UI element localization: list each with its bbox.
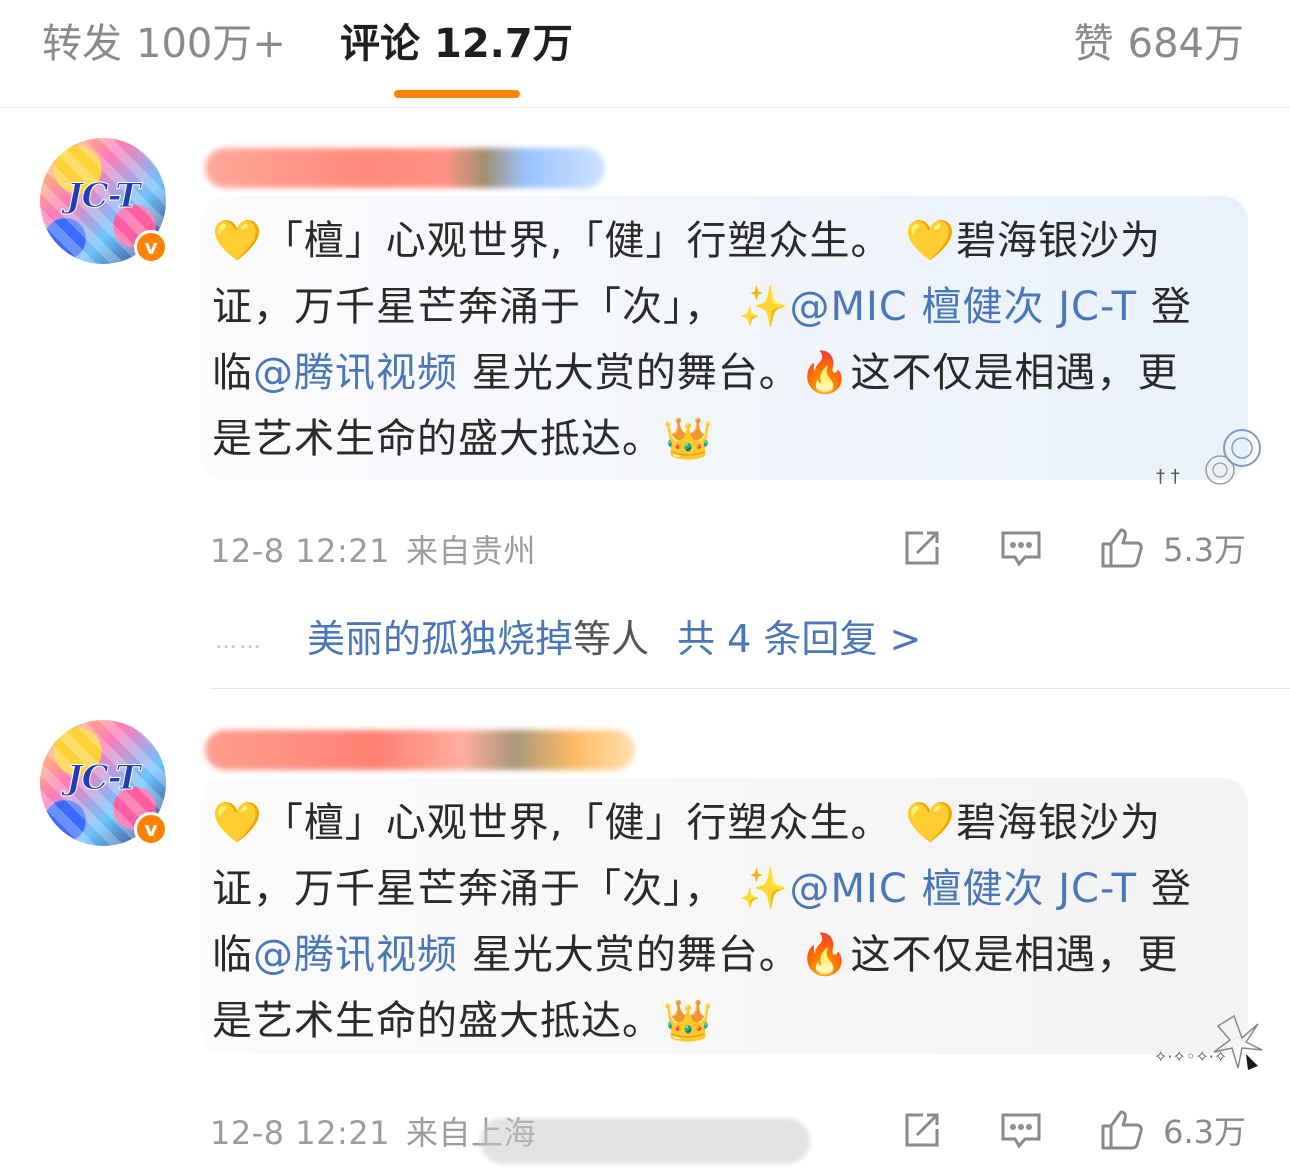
comment-text-bubble: 💛「檀」心观世界,「健」行塑众生。 💛碧海银沙为证，万千星芒奔涌于「次」， ✨@… bbox=[200, 778, 1248, 1054]
avatar[interactable]: JC-T v bbox=[40, 138, 170, 268]
comment-text: 💛「檀」心观世界,「健」行塑众生。 💛碧海银沙为证，万千星芒奔涌于「次」， ✨@… bbox=[212, 790, 1196, 1054]
active-tab-indicator bbox=[394, 90, 520, 98]
tab-likes-count: 684万 bbox=[1127, 21, 1244, 67]
like-count: 6.3万 bbox=[1163, 1113, 1246, 1151]
thumbs-up-icon bbox=[1101, 1110, 1143, 1150]
yellow-heart-emoji: 💛 bbox=[212, 800, 263, 846]
mention-link[interactable]: @腾讯视频 bbox=[253, 932, 458, 978]
comment-text-part: 「檀」心观世界,「健」行塑众生。 bbox=[262, 218, 892, 264]
comment-tabs-bar: 转发 100万+ 评论 12.7万 赞 684万 bbox=[0, 0, 1290, 108]
svg-text:† †: † † bbox=[1156, 466, 1180, 487]
crown-emoji: 👑 bbox=[663, 998, 714, 1044]
comment-text-part: 星光大赏的舞台。 bbox=[458, 932, 800, 978]
comment-text-part: 「檀」心观世界,「健」行塑众生。 bbox=[262, 800, 892, 846]
tab-likes[interactable]: 赞 684万 bbox=[1074, 18, 1244, 70]
avatar-logo-text: JC-T bbox=[66, 758, 141, 799]
like-count: 5.3万 bbox=[1163, 531, 1246, 569]
username-blurred[interactable] bbox=[205, 148, 605, 188]
tab-reposts-label: 转发 bbox=[42, 21, 122, 67]
username-blurred[interactable] bbox=[205, 730, 635, 770]
mention-link[interactable]: @腾讯视频 bbox=[253, 350, 458, 396]
tab-reposts[interactable]: 转发 100万+ bbox=[42, 18, 286, 70]
mention-link[interactable]: @MIC 檀健次 JC-T bbox=[790, 866, 1138, 912]
verified-badge-icon: v bbox=[134, 230, 168, 264]
tab-reposts-count: 100万+ bbox=[136, 21, 286, 67]
comment-actions: 5.3万 bbox=[845, 524, 1246, 572]
comment-divider bbox=[210, 688, 1290, 689]
thumbs-up-icon bbox=[1101, 528, 1143, 568]
reply-button[interactable] bbox=[999, 527, 1043, 569]
reply-button[interactable] bbox=[999, 1109, 1043, 1151]
comment-item: JC-T v 💛「檀」心观世界,「健」行塑众生。 💛碧海银沙为证，万千星芒奔涌于… bbox=[0, 690, 1290, 1175]
comment-text: 💛「檀」心观世界,「健」行塑众生。 💛碧海银沙为证，万千星芒奔涌于「次」， ✨@… bbox=[212, 208, 1196, 472]
comment-item: JC-T v 💛「檀」心观世界,「健」行塑众生。 💛碧海银沙为证，万千星芒奔涌于… bbox=[0, 108, 1290, 690]
yellow-heart-emoji: 💛 bbox=[905, 800, 957, 846]
share-button[interactable] bbox=[901, 1109, 943, 1151]
replies-dots: …… bbox=[215, 629, 263, 654]
svg-text:✧·✧◦✧·✧: ✧·✧◦✧·✧ bbox=[1154, 1047, 1227, 1066]
crown-emoji: 👑 bbox=[663, 416, 714, 462]
comment-icon bbox=[1001, 531, 1041, 567]
tab-comments-count: 12.7万 bbox=[434, 21, 573, 67]
tab-comments[interactable]: 评论 12.7万 bbox=[340, 18, 573, 70]
fire-emoji: 🔥 bbox=[799, 932, 851, 978]
watermark-overlay bbox=[480, 1118, 810, 1164]
tab-comments-label: 评论 bbox=[340, 21, 420, 67]
avatar[interactable]: JC-T v bbox=[40, 720, 170, 850]
yellow-heart-emoji: 💛 bbox=[905, 218, 957, 264]
comment-actions: 6.3万 bbox=[845, 1106, 1246, 1154]
comment-meta: 12-8 12:21 来自贵州 bbox=[210, 526, 536, 572]
tab-likes-label: 赞 bbox=[1073, 21, 1114, 67]
view-replies-link[interactable]: 共 4 条回复 > bbox=[677, 617, 921, 661]
share-button[interactable] bbox=[901, 527, 943, 569]
share-icon bbox=[905, 531, 939, 565]
verified-badge-icon: v bbox=[134, 812, 168, 846]
like-button[interactable]: 6.3万 bbox=[1099, 1107, 1246, 1153]
replies-summary[interactable]: …… 美丽的孤独烧掉等人共 4 条回复 > bbox=[215, 608, 921, 663]
comment-location: 来自贵州 bbox=[406, 532, 537, 570]
mention-link[interactable]: @MIC 檀健次 JC-T bbox=[790, 284, 1138, 330]
sparkles-emoji: ✨ bbox=[738, 866, 790, 912]
replies-others-text: 等人 bbox=[573, 617, 650, 661]
fire-emoji: 🔥 bbox=[799, 350, 851, 396]
comment-text-part: 星光大赏的舞台。 bbox=[471, 350, 800, 396]
comment-time: 12-8 12:21 bbox=[210, 532, 391, 570]
avatar-logo-text: JC-T bbox=[66, 176, 141, 217]
yellow-heart-emoji: 💛 bbox=[212, 218, 263, 264]
share-icon bbox=[905, 1113, 939, 1147]
flower-decoration-icon: † † bbox=[1156, 429, 1261, 487]
lily-decoration-icon: ✧·✧◦✧·✧ bbox=[1154, 1014, 1263, 1070]
comment-time: 12-8 12:21 bbox=[210, 1114, 391, 1152]
like-button[interactable]: 5.3万 bbox=[1099, 525, 1246, 571]
first-replier-name[interactable]: 美丽的孤独烧掉 bbox=[307, 617, 573, 661]
comment-text-bubble: 💛「檀」心观世界,「健」行塑众生。 💛碧海银沙为证，万千星芒奔涌于「次」， ✨@… bbox=[200, 196, 1248, 480]
sparkles-emoji: ✨ bbox=[738, 284, 790, 330]
comment-icon bbox=[1001, 1113, 1041, 1149]
